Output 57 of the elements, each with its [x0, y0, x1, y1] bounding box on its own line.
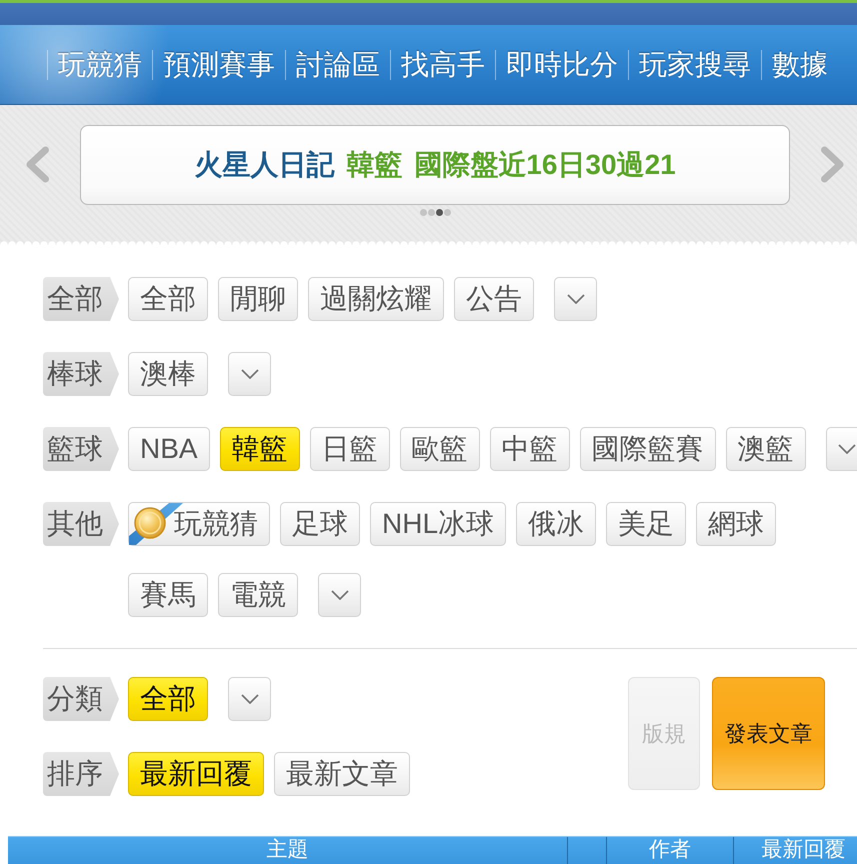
filter-chip[interactable]: 全部: [128, 277, 208, 321]
filter-chip[interactable]: 日籃: [310, 427, 390, 471]
chevron-down-icon: [240, 369, 258, 379]
row-label: 分類: [43, 677, 119, 721]
filter-chip[interactable]: 美足: [606, 502, 686, 546]
column-header: 最新回覆: [733, 837, 857, 864]
filter-chip[interactable]: NBA: [128, 427, 210, 471]
row-label: 籃球: [43, 427, 119, 471]
row-label: 棒球: [43, 352, 119, 396]
filter-chip[interactable]: NHL冰球: [370, 502, 506, 546]
filter-chip[interactable]: 玩競猜: [128, 502, 270, 546]
banner-headline: 國際盤近16日30過21: [414, 148, 676, 182]
filter-chip[interactable]: 公告: [454, 277, 534, 321]
action-button[interactable]: 發表文章: [712, 677, 825, 790]
filter-chip[interactable]: 全部: [128, 677, 208, 721]
chevron-down-icon: [240, 694, 258, 704]
filter-chip[interactable]: 最新回覆: [128, 752, 264, 796]
row-label: 其他: [43, 502, 119, 546]
filter-chip[interactable]: 最新文章: [274, 752, 410, 796]
pager-dot-icon[interactable]: [444, 209, 450, 216]
pager-dot-icon[interactable]: [436, 209, 442, 216]
pager-dot-icon[interactable]: [428, 209, 434, 216]
filter-chip[interactable]: 中籃: [490, 427, 570, 471]
nav-link[interactable]: 數據: [761, 50, 838, 80]
dropdown-button[interactable]: [554, 277, 597, 321]
filter-chip[interactable]: 賽馬: [128, 573, 208, 617]
filter-chip[interactable]: 足球: [280, 502, 360, 546]
filter-chip[interactable]: 閒聊: [218, 277, 298, 321]
filter-chip[interactable]: 國際籃賽: [580, 427, 716, 471]
chevron-down-icon: [566, 294, 584, 304]
filter-chip[interactable]: 電競: [218, 573, 298, 617]
banner-author: 火星人日記: [194, 148, 334, 182]
filter-chip[interactable]: 澳籃: [726, 427, 806, 471]
nav-link[interactable]: 即時比分: [495, 50, 628, 80]
filter-chip[interactable]: 過關炫耀: [308, 277, 444, 321]
dropdown-button[interactable]: [318, 573, 361, 617]
filter-chip[interactable]: 澳棒: [128, 352, 208, 396]
banner-tag: 韓籃: [346, 146, 402, 184]
nav-link[interactable]: 玩家搜尋: [628, 50, 761, 80]
banner-card[interactable]: 火星人日記 韓籃 國際盤近16日30過21: [80, 125, 790, 205]
filter-chip[interactable]: 歐籃: [400, 427, 480, 471]
dropdown-button[interactable]: [228, 677, 271, 721]
nav-link[interactable]: 找高手: [390, 50, 495, 80]
column-header: 作者: [606, 837, 733, 864]
pager-dot-icon[interactable]: [420, 209, 426, 216]
filter-chip[interactable]: 網球: [696, 502, 776, 546]
chevron-down-icon: [838, 444, 856, 454]
dropdown-button[interactable]: [826, 427, 857, 471]
dropdown-button[interactable]: [228, 352, 271, 396]
filter-chip[interactable]: 俄冰: [516, 502, 596, 546]
nav-link[interactable]: 討論區: [285, 50, 390, 80]
row-label: 全部: [43, 277, 119, 321]
chevron-down-icon: [330, 590, 348, 600]
filter-chip[interactable]: 韓籃: [220, 427, 300, 471]
row-label: 排序: [43, 752, 119, 796]
nav-link[interactable]: 預測賽事: [152, 50, 285, 80]
column-header: 主題: [266, 837, 310, 863]
